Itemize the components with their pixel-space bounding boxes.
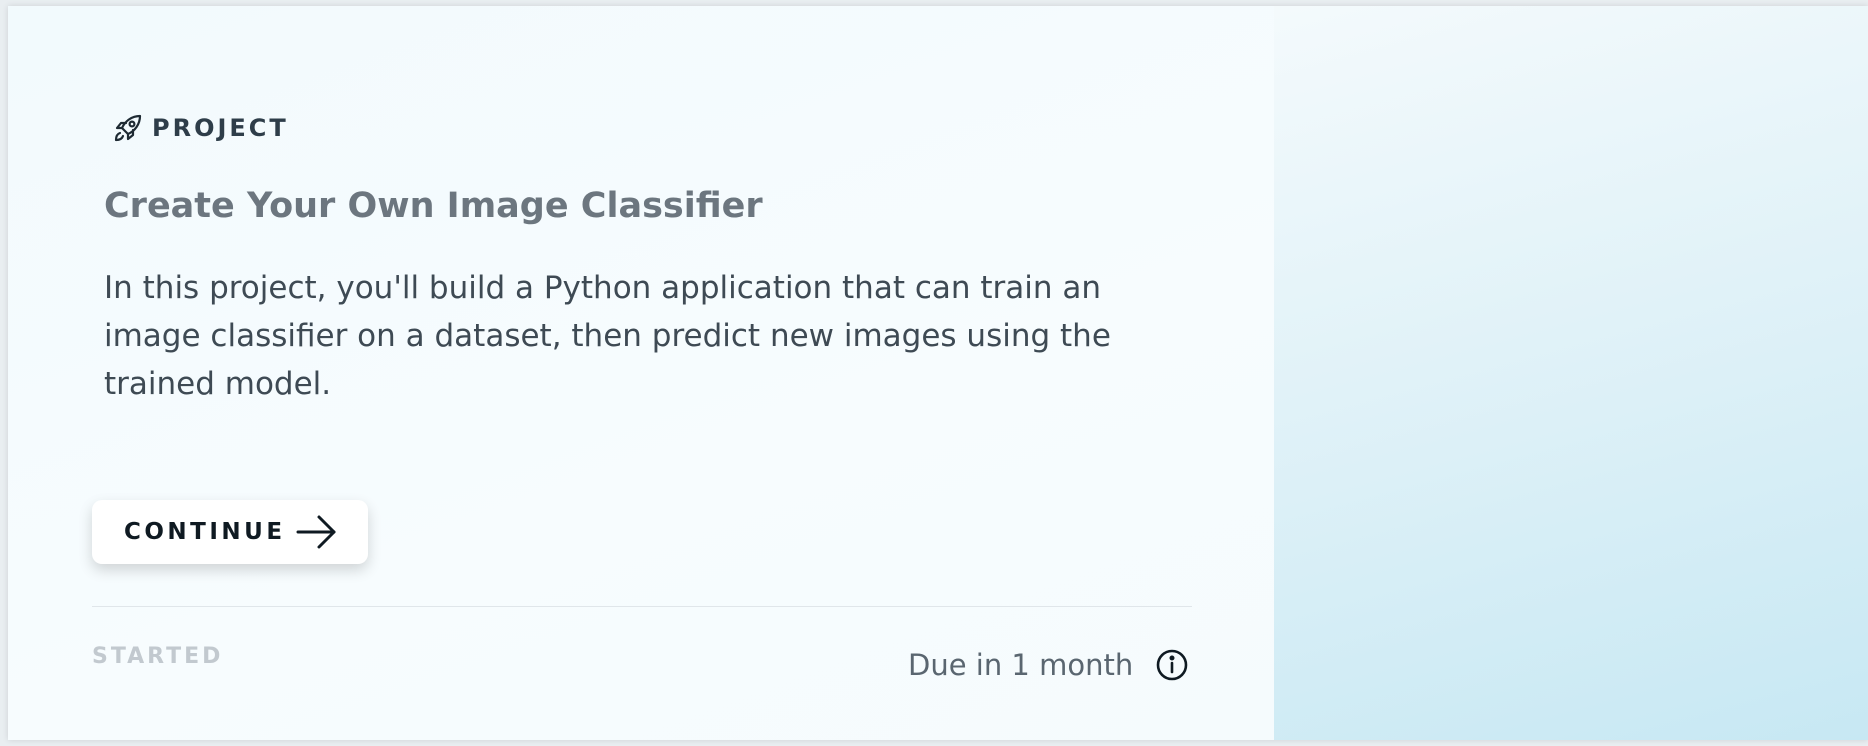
card-kicker-label: PROJECT (152, 114, 289, 142)
rocket-icon (110, 110, 146, 146)
card-kicker: PROJECT (110, 110, 289, 146)
info-icon[interactable] (1154, 647, 1190, 683)
continue-button[interactable]: CONTINUE (92, 500, 368, 564)
project-card: PROJECT Create Your Own Image Classifier… (8, 6, 1868, 740)
status-label: STARTED (92, 644, 224, 669)
card-divider (92, 606, 1192, 607)
card-title: Create Your Own Image Classifier (104, 186, 763, 226)
due-date: Due in 1 month (908, 648, 1134, 682)
card-content: PROJECT Create Your Own Image Classifier… (8, 6, 1274, 740)
card-summary: In this project, you'll build a Python a… (104, 270, 1111, 402)
continue-button-label: CONTINUE (124, 519, 286, 545)
illustration-panel (1274, 6, 1868, 740)
arrow-right-icon (294, 512, 340, 552)
